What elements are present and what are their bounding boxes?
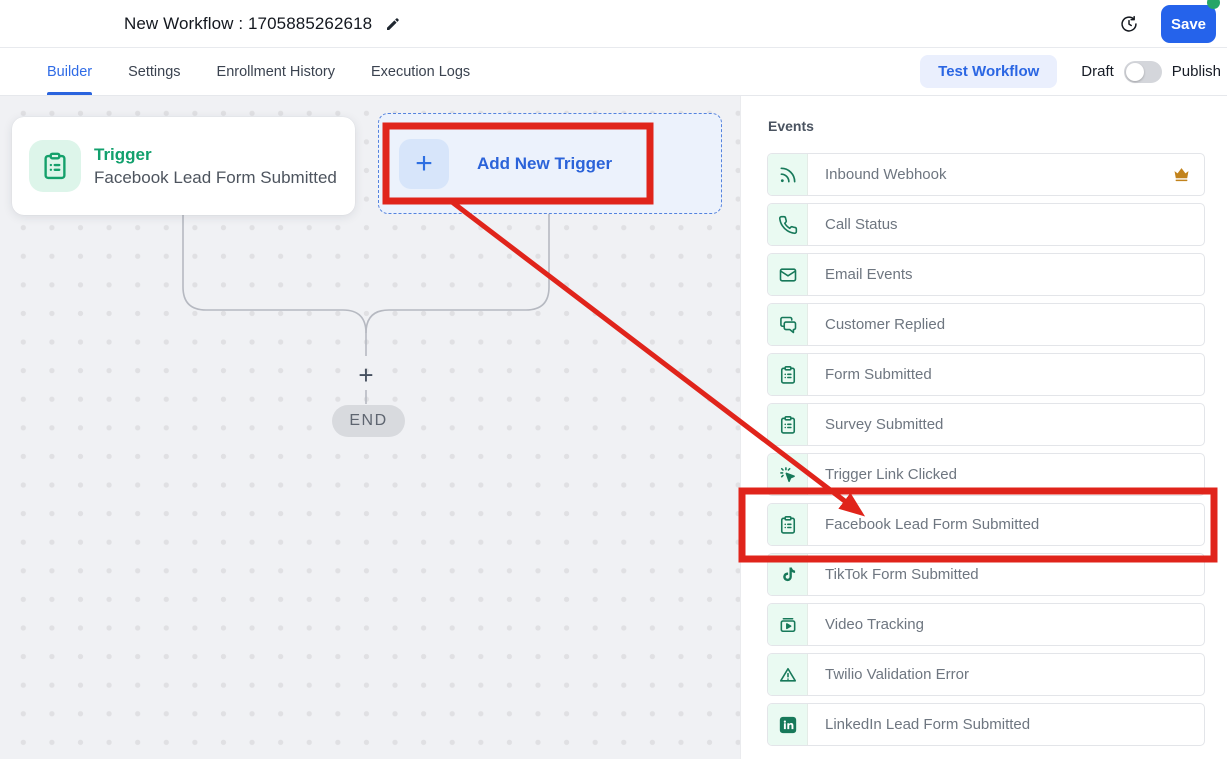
top-bar: New Workflow : 1705885262618 Save [0,0,1227,48]
event-item-label: Inbound Webhook [825,166,947,183]
publish-label: Publish [1172,63,1221,80]
workflow-canvas[interactable]: Trigger Facebook Lead Form Submitted + A… [0,96,740,759]
add-new-trigger-label: Add New Trigger [477,154,612,174]
event-item-linkedin-lead-form-submitted[interactable]: LinkedIn Lead Form Submitted [767,703,1205,746]
phone-icon [768,204,808,245]
pencil-icon[interactable] [385,16,401,32]
workflow-builder-app: New Workflow : 1705885262618 Save Builde… [0,0,1227,759]
unsaved-changes-dot [1207,0,1220,9]
trigger-card-title: Trigger [94,145,337,165]
event-item-label: Email Events [825,266,913,283]
plus-icon: + [399,139,449,189]
crown-icon [1172,165,1191,184]
video-icon [768,604,808,645]
add-new-trigger-card[interactable]: + Add New Trigger [378,113,722,214]
tab-builder[interactable]: Builder [47,48,92,95]
event-item-label: Call Status [825,216,898,233]
tab-bar: Builder Settings Enrollment History Executi… [0,48,1227,96]
event-item-label: Trigger Link Clicked [825,466,957,483]
draft-label: Draft [1081,63,1114,80]
toggle-knob [1126,63,1144,81]
end-node: END [332,405,405,437]
event-item-survey-submitted[interactable]: Survey Submitted [767,403,1205,446]
tab-enrollment-history[interactable]: Enrollment History [217,48,335,95]
clipboard-icon [768,354,808,395]
event-item-label: TikTok Form Submitted [825,566,979,583]
event-item-label: Customer Replied [825,316,945,333]
clipboard-icon [29,140,81,192]
event-item-trigger-link-clicked[interactable]: Trigger Link Clicked [767,453,1205,496]
tiktok-icon [768,554,808,595]
events-header: Events [768,118,1227,134]
trigger-node-card[interactable]: Trigger Facebook Lead Form Submitted [12,117,355,215]
event-item-customer-replied[interactable]: Customer Replied [767,303,1205,346]
click-icon [768,454,808,495]
tab-execution-logs[interactable]: Execution Logs [371,48,470,95]
event-item-inbound-webhook[interactable]: Inbound Webhook [767,153,1205,196]
trigger-card-subtitle: Facebook Lead Form Submitted [94,168,337,188]
tab-list: Builder Settings Enrollment History Executi… [47,48,470,95]
event-item-form-submitted[interactable]: Form Submitted [767,353,1205,396]
test-workflow-button[interactable]: Test Workflow [920,55,1057,88]
event-item-label: LinkedIn Lead Form Submitted [825,716,1030,733]
tabbar-actions: Test Workflow Draft Publish [920,48,1221,95]
page-title: New Workflow : 1705885262618 [124,14,372,34]
event-item-facebook-lead-form-submitted[interactable]: Facebook Lead Form Submitted [767,503,1205,546]
event-item-label: Twilio Validation Error [825,666,969,683]
events-sidebar: Events Inbound Webhook Call Status Email E… [740,96,1227,759]
event-item-tiktok-form-submitted[interactable]: TikTok Form Submitted [767,553,1205,596]
event-item-call-status[interactable]: Call Status [767,203,1205,246]
event-item-label: Survey Submitted [825,416,943,433]
linkedin-icon [768,704,808,745]
save-button[interactable]: Save [1161,5,1216,43]
event-item-email-events[interactable]: Email Events [767,253,1205,296]
event-item-label: Video Tracking [825,616,924,633]
trigger-card-text: Trigger Facebook Lead Form Submitted [94,145,337,188]
topbar-actions: Save [1119,0,1216,48]
event-list: Inbound Webhook Call Status Email Events Cu… [767,153,1204,746]
rss-icon [768,154,808,195]
event-item-twilio-validation-error[interactable]: Twilio Validation Error [767,653,1205,696]
tab-settings[interactable]: Settings [128,48,180,95]
event-item-label: Form Submitted [825,366,932,383]
chat-icon [768,304,808,345]
workflow-title-wrap: New Workflow : 1705885262618 [124,0,401,48]
warning-icon [768,654,808,695]
mail-icon [768,254,808,295]
history-clock-icon[interactable] [1119,14,1139,34]
event-item-label: Facebook Lead Form Submitted [825,516,1039,533]
clipboard-icon [768,504,808,545]
event-item-video-tracking[interactable]: Video Tracking [767,603,1205,646]
clipboard-icon [768,404,808,445]
add-action-plus-button[interactable]: + [353,362,379,388]
draft-publish-toggle[interactable] [1124,61,1162,83]
